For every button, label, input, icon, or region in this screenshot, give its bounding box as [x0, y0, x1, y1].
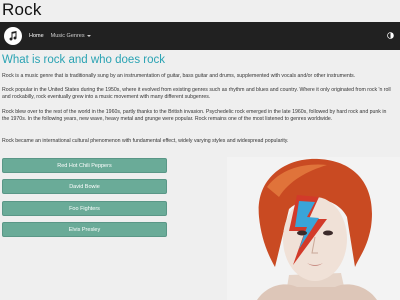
history-paragraph: Rock popular in the United States during…: [2, 87, 391, 101]
music-note-icon[interactable]: [4, 27, 22, 45]
nav-home-link[interactable]: Home: [29, 33, 44, 39]
nav-music-genres-label: Music Genres: [50, 33, 85, 39]
red-hot-chili-peppers-button[interactable]: Red Hot Chili Peppers: [2, 158, 167, 173]
david-bowie-button[interactable]: David Bowie: [2, 179, 167, 194]
elvis-presley-button[interactable]: Elvis Presley: [2, 222, 167, 237]
phenomenon-paragraph: Rock became an international cultural ph…: [2, 138, 289, 144]
intro-paragraph: Rock is a music genre that is traditiona…: [2, 73, 356, 79]
section-heading: What is rock and who does rock: [2, 54, 165, 66]
navbar: Home Music Genres: [0, 22, 400, 50]
contrast-toggle-icon[interactable]: [387, 32, 394, 39]
page-title: Rock: [2, 0, 42, 19]
nav-music-genres-dropdown[interactable]: Music Genres: [51, 33, 91, 39]
foo-fighters-button[interactable]: Foo Fighters: [2, 201, 167, 216]
caret-down-icon: [86, 34, 91, 37]
artist-photo: [227, 157, 400, 300]
spread-paragraph: Rock blew over to the rest of the world …: [2, 109, 387, 123]
